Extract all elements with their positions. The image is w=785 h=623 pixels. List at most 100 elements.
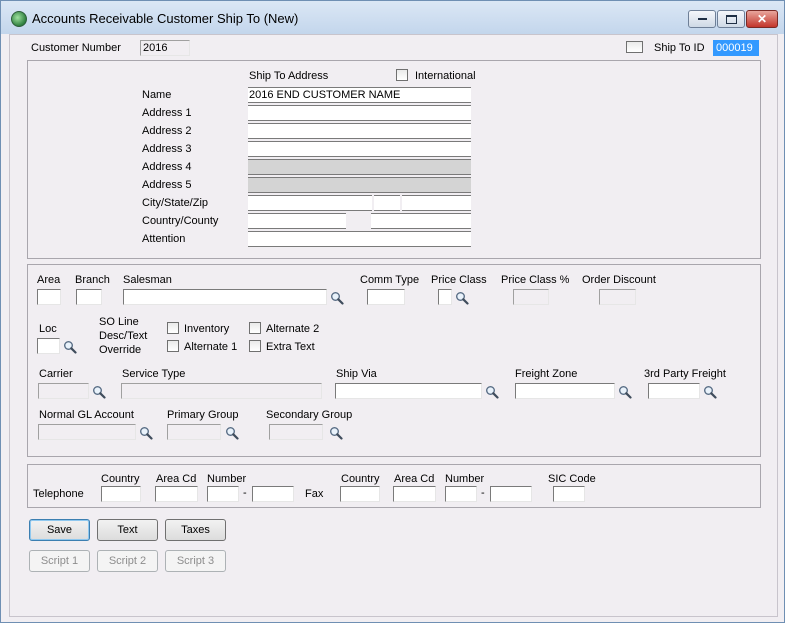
inventory-checkbox[interactable]	[167, 322, 179, 334]
inventory-label: Inventory	[184, 323, 230, 335]
price-class-lookup-icon[interactable]	[455, 291, 469, 305]
address2-label: Address 2	[142, 125, 192, 137]
fax-label: Fax	[305, 488, 324, 500]
third-party-freight-lookup-icon[interactable]	[703, 385, 717, 399]
third-party-freight-label: 3rd Party Freight	[644, 368, 726, 380]
override-label: Override	[99, 344, 142, 356]
save-button-label: Save	[46, 524, 73, 536]
city-state-zip-label: City/State/Zip	[142, 197, 209, 209]
secondary-group-label: Secondary Group	[266, 409, 353, 421]
county-field[interactable]	[371, 213, 471, 229]
maximize-button[interactable]	[717, 10, 745, 28]
price-class-pct-field	[513, 289, 549, 305]
name-label: Name	[142, 89, 172, 101]
attention-label: Attention	[142, 233, 186, 245]
extra-text-checkbox[interactable]	[249, 340, 261, 352]
title-bar[interactable]: Accounts Receivable Customer Ship To (Ne…	[1, 1, 784, 34]
branch-field[interactable]	[76, 289, 102, 305]
city-field[interactable]	[248, 195, 372, 211]
window-title: Accounts Receivable Customer Ship To (Ne…	[32, 11, 299, 26]
fax-number-line-field[interactable]	[490, 486, 532, 502]
tel-dash: -	[243, 487, 247, 499]
close-button[interactable]: ✕	[746, 10, 778, 28]
address1-field[interactable]	[248, 105, 471, 121]
ship-via-lookup-icon[interactable]	[485, 385, 499, 399]
script2-button-label: Script 2	[108, 555, 147, 567]
comm-type-field[interactable]	[367, 289, 405, 305]
close-icon: ✕	[756, 12, 768, 26]
primary-group-field	[167, 424, 221, 440]
loc-lookup-icon[interactable]	[63, 340, 77, 354]
normal-gl-account-label: Normal GL Account	[39, 409, 134, 421]
secondary-group-field	[269, 424, 323, 440]
primary-group-label: Primary Group	[167, 409, 239, 421]
script1-button-label: Script 1	[40, 555, 79, 567]
fax-number-prefix-field[interactable]	[445, 486, 477, 502]
address2-field[interactable]	[248, 123, 471, 139]
freight-zone-field[interactable]	[515, 383, 615, 399]
salesman-lookup-icon[interactable]	[330, 291, 344, 305]
international-label: International	[415, 70, 476, 82]
customer-number-field[interactable]: 2016	[140, 40, 190, 56]
save-button[interactable]: Save	[29, 519, 90, 541]
ship-to-id-field[interactable]: 000019	[713, 40, 759, 56]
ship-to-address-group: Ship To Address International Name 2016 …	[27, 60, 761, 259]
normal-gl-account-field	[38, 424, 136, 440]
fax-country-field[interactable]	[340, 486, 380, 502]
alternate1-label: Alternate 1	[184, 341, 238, 353]
third-party-freight-field[interactable]	[648, 383, 700, 399]
salesman-field[interactable]	[123, 289, 327, 305]
alternate2-label: Alternate 2	[266, 323, 320, 335]
taxes-button-label: Taxes	[181, 524, 210, 536]
text-button-label: Text	[117, 524, 138, 536]
ship-via-field[interactable]	[335, 383, 482, 399]
tel-number-label: Number	[207, 473, 247, 485]
area-field[interactable]	[37, 289, 61, 305]
tel-number-prefix-field[interactable]	[207, 486, 239, 502]
ship-to-flag-checkbox[interactable]	[626, 41, 643, 53]
area-label: Area	[37, 274, 61, 286]
fax-area-cd-label: Area Cd	[394, 473, 435, 485]
window: Accounts Receivable Customer Ship To (Ne…	[0, 0, 785, 623]
app-icon	[11, 11, 27, 27]
fax-area-cd-field[interactable]	[393, 486, 436, 502]
address3-label: Address 3	[142, 143, 192, 155]
ship-via-label: Ship Via	[336, 368, 377, 380]
international-checkbox[interactable]	[396, 69, 408, 81]
address3-field[interactable]	[248, 141, 471, 157]
tel-area-cd-field[interactable]	[155, 486, 198, 502]
primary-group-lookup-icon[interactable]	[225, 426, 239, 440]
ship-to-id-label: Ship To ID	[654, 42, 705, 54]
sic-code-field[interactable]	[553, 486, 585, 502]
loc-label: Loc	[39, 323, 57, 335]
address4-label: Address 4	[142, 161, 192, 173]
state-field[interactable]	[374, 195, 400, 211]
carrier-label: Carrier	[39, 368, 73, 380]
service-type-label: Service Type	[122, 368, 186, 380]
zip-field[interactable]	[402, 195, 471, 211]
name-field[interactable]: 2016 END CUSTOMER NAME	[248, 87, 471, 103]
desc-text-label: Desc/Text	[99, 330, 148, 342]
text-button[interactable]: Text	[97, 519, 158, 541]
alternate2-checkbox[interactable]	[249, 322, 261, 334]
so-line-label: SO Line	[99, 316, 139, 328]
carrier-lookup-icon[interactable]	[92, 385, 106, 399]
carrier-field	[38, 383, 89, 399]
alternate1-checkbox[interactable]	[167, 340, 179, 352]
taxes-button[interactable]: Taxes	[165, 519, 226, 541]
attention-field[interactable]	[248, 231, 471, 247]
country-field[interactable]	[248, 213, 346, 229]
normal-gl-account-lookup-icon[interactable]	[139, 426, 153, 440]
freight-zone-lookup-icon[interactable]	[618, 385, 632, 399]
address5-field	[248, 177, 471, 193]
tel-number-line-field[interactable]	[252, 486, 294, 502]
form-body: Customer Number 2016 Ship To ID 000019 S…	[9, 34, 778, 617]
price-class-field[interactable]	[438, 289, 452, 305]
address4-field	[248, 159, 471, 175]
minimize-button[interactable]	[688, 10, 716, 28]
tel-country-field[interactable]	[101, 486, 141, 502]
loc-field[interactable]	[37, 338, 60, 354]
secondary-group-lookup-icon[interactable]	[329, 426, 343, 440]
customer-number-label: Customer Number	[31, 42, 121, 54]
tel-area-cd-label: Area Cd	[156, 473, 197, 485]
